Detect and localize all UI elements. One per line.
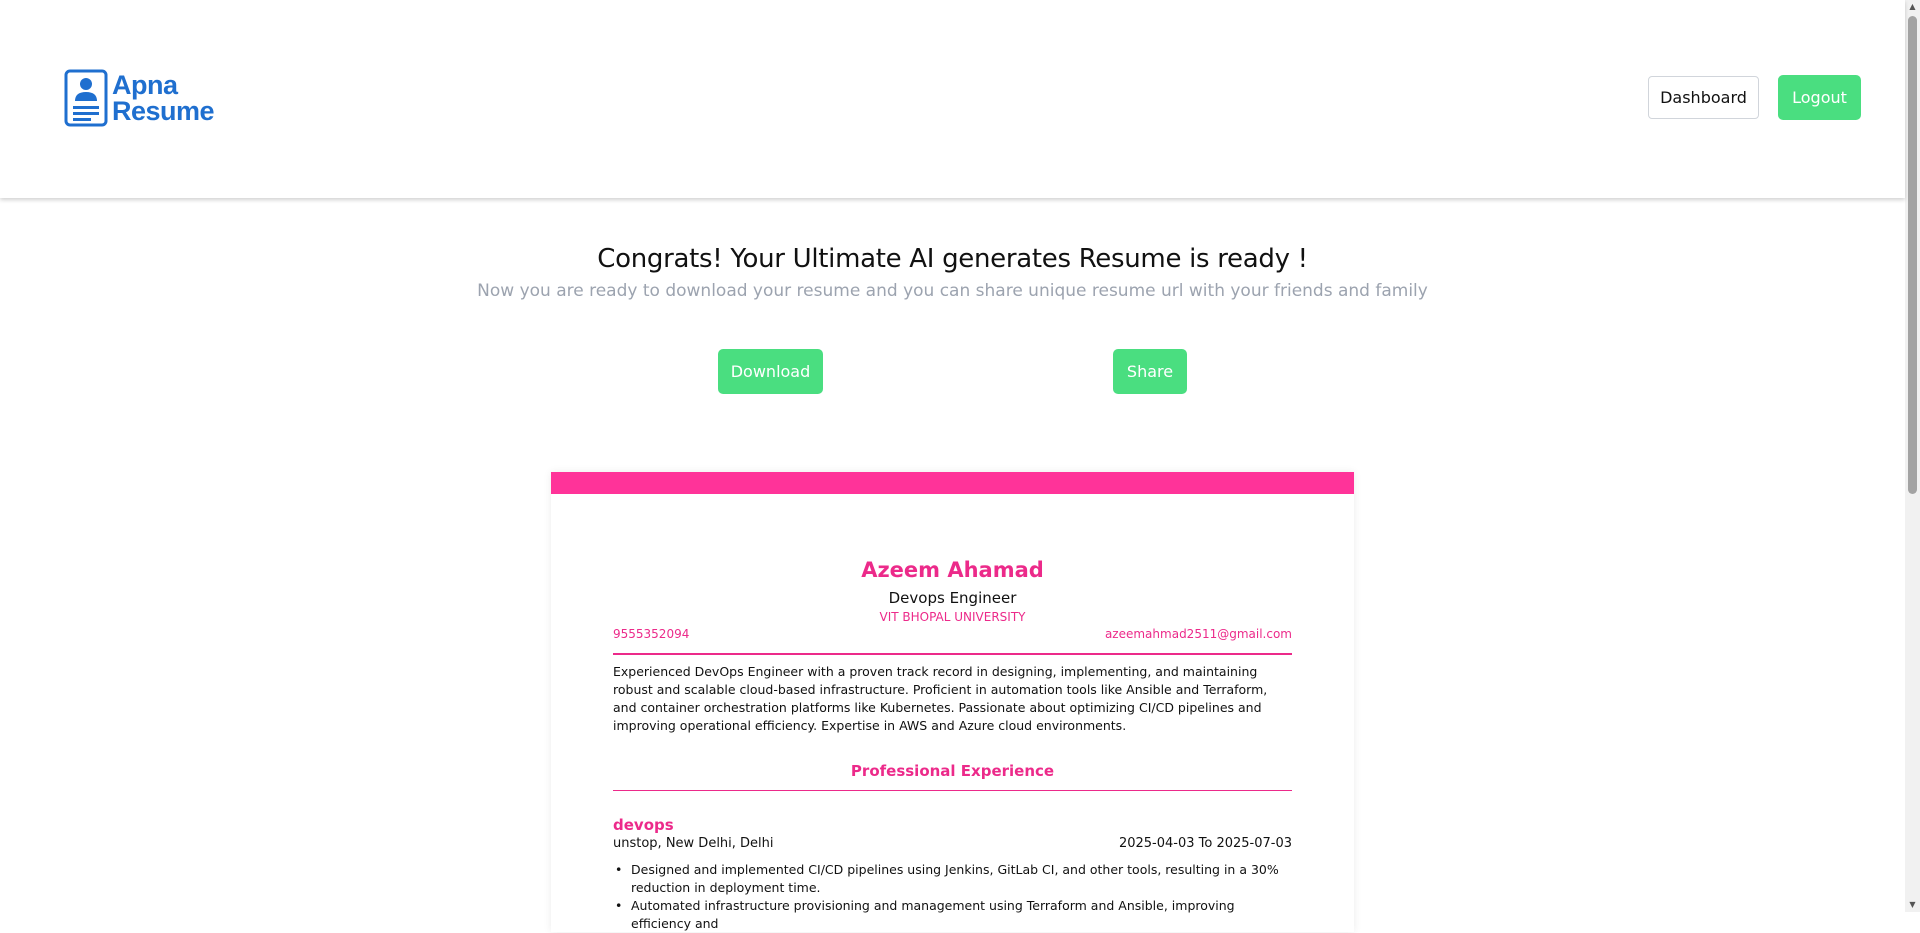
- dashboard-button[interactable]: Dashboard: [1648, 76, 1759, 119]
- logout-button[interactable]: Logout: [1778, 75, 1861, 120]
- page-title: Congrats! Your Ultimate AI generates Res…: [597, 244, 1308, 274]
- job-company: unstop, New Delhi, Delhi: [613, 836, 774, 851]
- job-bullets: Designed and implemented CI/CD pipelines…: [613, 861, 1292, 933]
- resume-university: VIT BHOPAL UNIVERSITY: [879, 610, 1026, 624]
- divider: [613, 790, 1292, 791]
- page-subtitle: Now you are ready to download your resum…: [477, 281, 1428, 301]
- scroll-down-arrow-icon[interactable]: ▼: [1908, 900, 1917, 910]
- site-header: Apna Resume Dashboard Logout: [0, 0, 1905, 198]
- resume-document-icon: [64, 69, 108, 127]
- job-bullet: Designed and implemented CI/CD pipelines…: [613, 861, 1292, 897]
- resume-email: azeemahmad2511@gmail.com: [1104, 627, 1292, 641]
- resume-role: Devops Engineer: [888, 589, 1017, 607]
- resume-name: Azeem Ahamad: [861, 558, 1044, 582]
- divider: [613, 653, 1292, 655]
- resume-accent-bar: [551, 472, 1354, 494]
- scroll-up-arrow-icon[interactable]: ▲: [1908, 2, 1917, 12]
- job-bullet: Automated infrastructure provisioning an…: [613, 897, 1292, 933]
- logo-line-1: Apna: [112, 70, 178, 100]
- logo-text: Apna Resume: [112, 70, 215, 126]
- share-button[interactable]: Share: [1113, 349, 1187, 394]
- experience-heading: Professional Experience: [850, 762, 1055, 780]
- download-button[interactable]: Download: [718, 349, 823, 394]
- resume-summary: Experienced DevOps Engineer with a prove…: [613, 664, 1268, 733]
- resume-phone: 9555352094: [613, 627, 690, 641]
- logo-line-2: Resume: [112, 96, 215, 126]
- job-title: devops: [613, 816, 674, 834]
- scrollbar-thumb[interactable]: [1908, 16, 1917, 494]
- job-dates: 2025-04-03 To 2025-07-03: [1118, 836, 1292, 851]
- app-logo[interactable]: Apna Resume: [64, 68, 215, 128]
- resume-preview: Azeem Ahamad Devops Engineer VIT BHOPAL …: [551, 472, 1354, 932]
